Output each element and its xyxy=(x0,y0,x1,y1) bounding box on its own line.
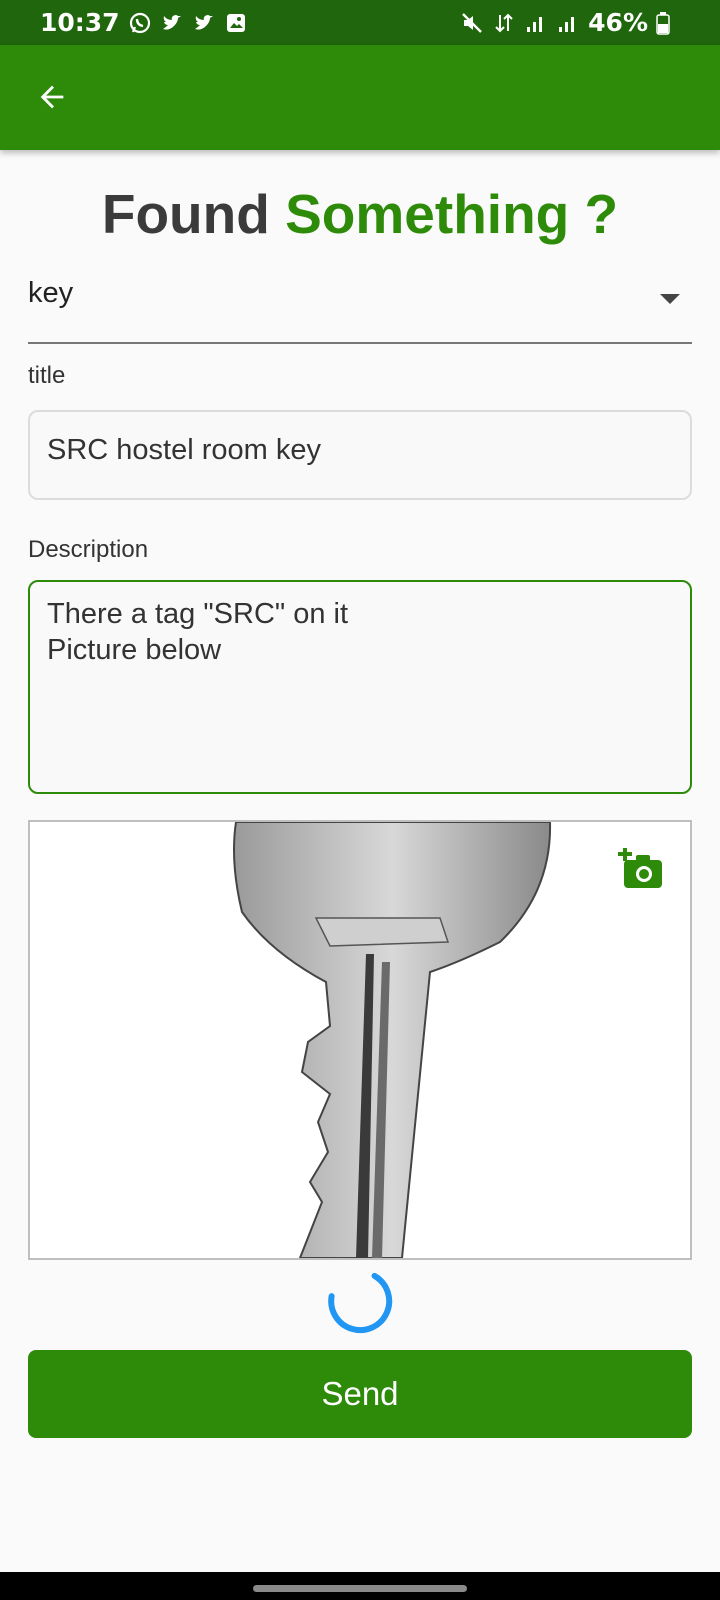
gallery-icon xyxy=(224,11,248,35)
arrow-left-icon xyxy=(40,85,64,109)
home-gesture-handle[interactable] xyxy=(253,1585,467,1592)
add-photo-icon xyxy=(618,847,662,888)
status-bar: 10:37 46% xyxy=(0,0,720,45)
data-arrows-icon xyxy=(492,11,516,35)
loading-spinner xyxy=(328,1272,393,1334)
whatsapp-icon xyxy=(128,11,152,35)
description-label: Description xyxy=(28,536,149,563)
title-input[interactable]: SRC hostel room key xyxy=(28,410,692,500)
signal-icon xyxy=(524,11,548,35)
key-photo xyxy=(233,822,552,1258)
navigation-bar xyxy=(0,1572,720,1600)
twitter-icon xyxy=(192,11,216,35)
title-part-something: Something ? xyxy=(285,183,619,245)
clock: 10:37 xyxy=(40,8,120,37)
add-photo-button[interactable] xyxy=(618,847,666,892)
item-photo[interactable] xyxy=(28,820,692,1260)
twitter-icon xyxy=(160,11,184,35)
category-dropdown[interactable]: key xyxy=(28,262,692,344)
title-label: title xyxy=(28,362,66,389)
send-button[interactable]: Send xyxy=(28,1350,692,1438)
dropdown-arrow-icon xyxy=(660,294,680,304)
battery-icon xyxy=(656,11,680,35)
description-input[interactable]: There a tag "SRC" on it Picture below xyxy=(28,580,692,794)
back-button[interactable] xyxy=(32,77,72,117)
title-part-found: Found xyxy=(101,183,286,245)
signal-icon xyxy=(556,11,580,35)
mute-icon xyxy=(460,11,484,35)
battery-percentage: 46% xyxy=(588,8,648,37)
page-title: Found Something ? xyxy=(0,182,720,246)
app-bar xyxy=(0,45,720,150)
category-selected-value: key xyxy=(28,277,74,309)
